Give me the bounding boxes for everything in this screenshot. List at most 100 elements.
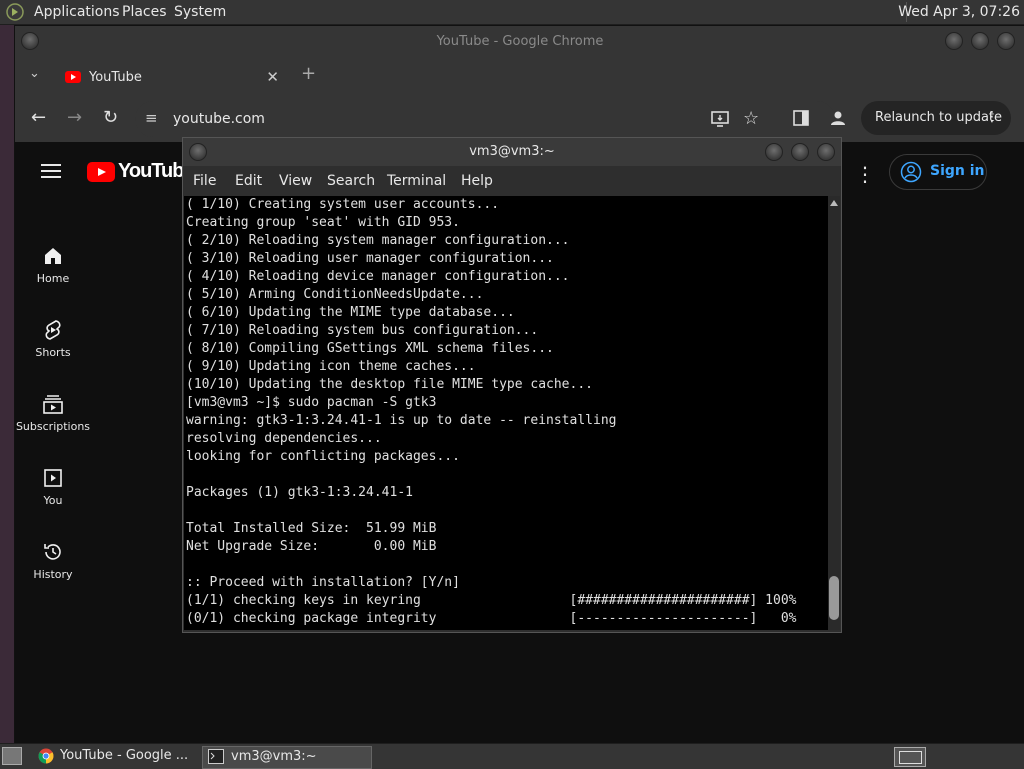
scrollbar-thumb[interactable] (829, 576, 839, 620)
history-icon (44, 544, 61, 560)
browser-toolbar: ← → ↻ ≡ youtube.com ☆ Relaunch to update… (15, 96, 1024, 142)
top-panel: Applications Places System Wed Apr 3, 07… (0, 0, 1024, 25)
menu-places[interactable]: Places (122, 4, 167, 20)
clock[interactable]: Wed Apr 3, 07:26 (898, 4, 1020, 20)
chrome-titlebar[interactable]: YouTube - Google Chrome (15, 26, 1024, 56)
terminal-line: resolving dependencies... (186, 431, 382, 446)
home-icon (45, 248, 61, 264)
scroll-up-icon[interactable] (830, 200, 838, 206)
youtube-favicon-icon (65, 71, 81, 83)
taskbar-item-chrome[interactable]: YouTube - Google ... (32, 746, 196, 767)
sidebar-item-history[interactable]: History (15, 540, 91, 581)
forward-icon[interactable]: → (67, 108, 82, 128)
tab-youtube[interactable]: YouTube ✕ (55, 60, 295, 96)
terminal-output[interactable]: ( 1/10) Creating system user accounts...… (184, 196, 828, 630)
back-icon[interactable]: ← (31, 108, 46, 128)
terminal-line: Creating group 'seat' with GID 953. (186, 215, 460, 230)
terminal-line: warning: gtk3-1:3.24.41-1 is up to date … (186, 413, 617, 428)
chevron-down-icon[interactable]: ⌄ (29, 66, 40, 81)
bookmark-star-icon[interactable]: ☆ (743, 108, 759, 129)
terminal-line: :: Proceed with installation? [Y/n] (186, 575, 460, 590)
menu-view[interactable]: View (279, 173, 312, 189)
install-app-icon[interactable] (711, 110, 729, 128)
profile-icon[interactable] (829, 109, 847, 127)
hamburger-menu-icon[interactable] (41, 164, 61, 178)
maximize-button[interactable] (791, 143, 809, 161)
relaunch-to-update-button[interactable]: Relaunch to update ⋮ (861, 101, 1011, 135)
relaunch-label: Relaunch to update (875, 110, 1003, 125)
terminal-line: ( 5/10) Arming ConditionNeedsUpdate... (186, 287, 484, 302)
side-panel-icon[interactable] (793, 110, 809, 126)
workspace-switcher[interactable] (894, 747, 926, 767)
menu-edit[interactable]: Edit (235, 173, 262, 189)
new-tab-icon[interactable]: + (301, 63, 316, 84)
sidebar-item-label: Shorts (35, 346, 71, 359)
menu-terminal[interactable]: Terminal (387, 173, 446, 189)
sidebar-item-label: You (43, 494, 63, 507)
shorts-icon (45, 320, 61, 340)
terminal-line: looking for conflicting packages... (186, 449, 460, 464)
menu-system[interactable]: System (174, 4, 226, 20)
terminal-line: Total Installed Size: 51.99 MiB (186, 521, 437, 536)
terminal-line: ( 7/10) Reloading system bus configurati… (186, 323, 539, 338)
maximize-button[interactable] (971, 32, 989, 50)
menu-file[interactable]: File (193, 173, 216, 189)
tab-strip: ⌄ YouTube ✕ + (15, 56, 1024, 96)
terminal-line: (0/1) checking package integrity [------… (186, 611, 797, 626)
sidebar-item-label: Home (36, 272, 70, 285)
sidebar-item-you[interactable]: You (15, 466, 91, 507)
subscriptions-icon (43, 395, 63, 414)
sidebar-item-shorts[interactable]: Shorts (15, 318, 91, 359)
window-menu-button[interactable] (21, 32, 39, 50)
address-bar[interactable]: ≡ youtube.com ☆ (135, 101, 835, 137)
tab-close-icon[interactable]: ✕ (266, 68, 279, 86)
menu-applications[interactable]: Applications (34, 4, 120, 20)
terminal-line: Net Upgrade Size: 0.00 MiB (186, 539, 437, 554)
show-desktop-icon[interactable] (2, 747, 22, 765)
terminal-menubar: File Edit View Search Terminal Help (183, 166, 841, 196)
sidebar-item-home[interactable]: Home (15, 244, 91, 285)
chrome-icon (38, 748, 54, 764)
site-info-icon[interactable]: ≡ (145, 109, 158, 127)
terminal-titlebar[interactable]: vm3@vm3:~ (183, 138, 841, 166)
terminal-line: ( 6/10) Updating the MIME type database.… (186, 305, 515, 320)
menu-search[interactable]: Search (327, 173, 375, 189)
kebab-menu-icon: ⋮ (985, 109, 999, 125)
sign-in-button[interactable]: Sign in (889, 154, 987, 190)
terminal-scrollbar[interactable] (828, 196, 840, 630)
taskbar-item-terminal[interactable]: vm3@vm3:~ (202, 746, 372, 769)
distro-logo-icon[interactable] (6, 3, 24, 21)
taskbar-item-label: vm3@vm3:~ (231, 749, 317, 764)
sidebar-item-label: Subscriptions (15, 420, 91, 433)
taskbar-item-label: YouTube - Google ... (60, 748, 189, 763)
sidebar-item-subscriptions[interactable]: Subscriptions (15, 392, 91, 433)
terminal-line: ( 1/10) Creating system user accounts... (186, 197, 500, 212)
terminal-icon (208, 749, 224, 764)
terminal-line: ( 8/10) Compiling GSettings XML schema f… (186, 341, 554, 356)
tab-title: YouTube (89, 70, 142, 85)
desktop-background (0, 25, 14, 743)
terminal-line: ( 2/10) Reloading system manager configu… (186, 233, 570, 248)
close-button[interactable] (817, 143, 835, 161)
sign-in-label: Sign in (930, 163, 985, 179)
minimize-button[interactable] (945, 32, 963, 50)
window-menu-button[interactable] (189, 143, 207, 161)
minimize-button[interactable] (765, 143, 783, 161)
menu-help[interactable]: Help (461, 173, 493, 189)
terminal-window-title: vm3@vm3:~ (469, 144, 555, 159)
terminal-line: ( 3/10) Reloading user manager configura… (186, 251, 554, 266)
url-text[interactable]: youtube.com (173, 111, 265, 127)
terminal-line: ( 4/10) Reloading device manager configu… (186, 269, 570, 284)
youtube-play-icon (87, 162, 115, 182)
sidebar-item-label: History (33, 568, 73, 581)
you-icon (44, 469, 62, 487)
account-icon (900, 161, 922, 183)
settings-kebab-icon[interactable]: ⋮ (855, 162, 875, 186)
terminal-line: [vm3@vm3 ~]$ sudo pacman -S gtk3 (186, 395, 437, 410)
close-button[interactable] (997, 32, 1015, 50)
reload-icon[interactable]: ↻ (103, 108, 118, 128)
terminal-line: ( 9/10) Updating icon theme caches... (186, 359, 476, 374)
